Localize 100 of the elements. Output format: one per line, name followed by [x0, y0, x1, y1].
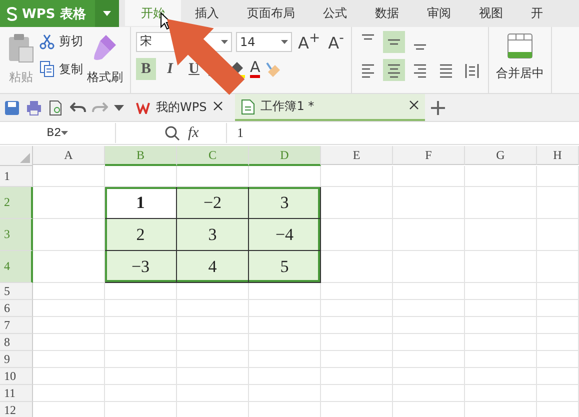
table-cell [321, 351, 393, 368]
caret-icon [61, 131, 68, 135]
table-cell [321, 187, 393, 219]
ribbon-tab[interactable]: 公式 [309, 0, 361, 26]
table-cell [393, 334, 465, 351]
table-cell [33, 283, 105, 300]
clipboard-icon [7, 33, 35, 63]
table-cell [33, 368, 105, 385]
table-cell [465, 317, 537, 334]
table-cell [465, 166, 537, 187]
row-header[interactable]: 7 [0, 317, 33, 334]
copy-button[interactable]: 复制 [37, 58, 85, 80]
row-header[interactable]: 1 [0, 166, 33, 187]
font-size-field[interactable]: 14 [236, 32, 292, 52]
cut-button[interactable]: 剪切 [37, 31, 85, 52]
increase-font-button[interactable]: A$^{+}$ [296, 31, 322, 52]
table-cell [537, 351, 579, 368]
table-cell [393, 187, 465, 219]
table-cell [33, 351, 105, 368]
table-cell: 5 [249, 251, 321, 283]
row-header[interactable]: 5 [0, 283, 33, 300]
column-header[interactable]: F [393, 146, 465, 165]
table-cell [177, 385, 249, 402]
format-painter-button[interactable]: 格式刷 [85, 31, 125, 89]
table-cell [537, 187, 579, 219]
save-icon[interactable] [4, 100, 20, 116]
menu-dropdown[interactable] [95, 0, 119, 27]
table-cell [465, 187, 537, 219]
table-cell [393, 219, 465, 251]
font-style-button[interactable]: U [184, 58, 204, 80]
table-cell: 4 [177, 251, 249, 283]
table-cell [33, 166, 105, 187]
corner-triangle-icon [20, 153, 30, 163]
table-cell [177, 283, 249, 300]
merge-center-button[interactable]: 合并居中 [494, 31, 546, 89]
row-header[interactable]: 6 [0, 300, 33, 317]
font-color-button[interactable]: A [250, 60, 260, 78]
decrease-font-button[interactable]: A$^{-}$ [326, 31, 346, 52]
table-cell [33, 317, 105, 334]
table-cell: −2 [177, 187, 249, 219]
ribbon-tab[interactable]: 审阅 [413, 0, 465, 26]
column-header[interactable]: H [537, 146, 579, 165]
ribbon-tab[interactable]: 视图 [465, 0, 517, 26]
eraser-icon[interactable] [264, 60, 282, 78]
table-cell [321, 251, 393, 283]
table-cell [465, 334, 537, 351]
row-header[interactable]: 11 [0, 385, 33, 402]
table-cell [537, 166, 579, 187]
align-button[interactable] [382, 59, 405, 81]
merge-cells-icon [506, 33, 533, 59]
table-cell [537, 283, 579, 300]
row-header[interactable]: 12 [0, 402, 33, 417]
table-cell [177, 334, 249, 351]
document-tab[interactable]: 我的WPS [130, 94, 229, 121]
insert-function-button[interactable]: fx [188, 124, 208, 142]
close-icon[interactable] [212, 101, 223, 111]
table-cell [321, 300, 393, 317]
table-cell [321, 166, 393, 187]
table-cell [393, 368, 465, 385]
row-header[interactable]: 9 [0, 351, 33, 368]
caret-icon [221, 40, 228, 44]
font-style-button[interactable]: B [136, 58, 156, 80]
align-button[interactable] [382, 31, 405, 53]
column-header[interactable]: E [321, 146, 393, 165]
table-cell: −3 [105, 251, 177, 283]
table-cell [105, 334, 177, 351]
column-header[interactable]: G [465, 146, 537, 165]
table-cell: 3 [249, 187, 321, 219]
dropdown-caret-icon[interactable] [114, 104, 124, 110]
table-cell [321, 317, 393, 334]
document-tab[interactable]: 工作簿1 * [234, 94, 425, 121]
row-header[interactable]: 10 [0, 368, 33, 385]
ribbon-tab[interactable]: 开 [517, 0, 557, 26]
table-cell [105, 351, 177, 368]
ribbon-tab[interactable]: 插入 [181, 0, 233, 26]
font-style-button[interactable]: I [160, 58, 180, 80]
paintbrush-icon [92, 33, 118, 63]
table-cell [465, 283, 537, 300]
table-cell [465, 251, 537, 283]
table-cell: 1 [105, 187, 177, 219]
spreadsheet-file-icon [240, 98, 255, 114]
print-preview-icon[interactable] [48, 100, 64, 116]
table-cell [105, 385, 177, 402]
table-cell: 2 [105, 219, 177, 251]
ribbon-tab[interactable]: 数据 [361, 0, 413, 26]
table-cell [105, 368, 177, 385]
table-cell [249, 300, 321, 317]
print-icon[interactable] [26, 100, 42, 116]
close-icon[interactable] [408, 100, 419, 110]
zoom-icon[interactable] [164, 125, 180, 141]
row-header[interactable]: 8 [0, 334, 33, 351]
s-logo-icon [6, 6, 18, 20]
table-cell [537, 368, 579, 385]
table-cell: −4 [249, 219, 321, 251]
table-cell [465, 368, 537, 385]
table-cell [537, 317, 579, 334]
name-box[interactable]: B2 [0, 123, 116, 143]
column-header[interactable]: A [33, 146, 105, 165]
add-tab-icon[interactable] [430, 100, 445, 114]
ribbon-tab[interactable]: 页面布局 [233, 0, 309, 26]
